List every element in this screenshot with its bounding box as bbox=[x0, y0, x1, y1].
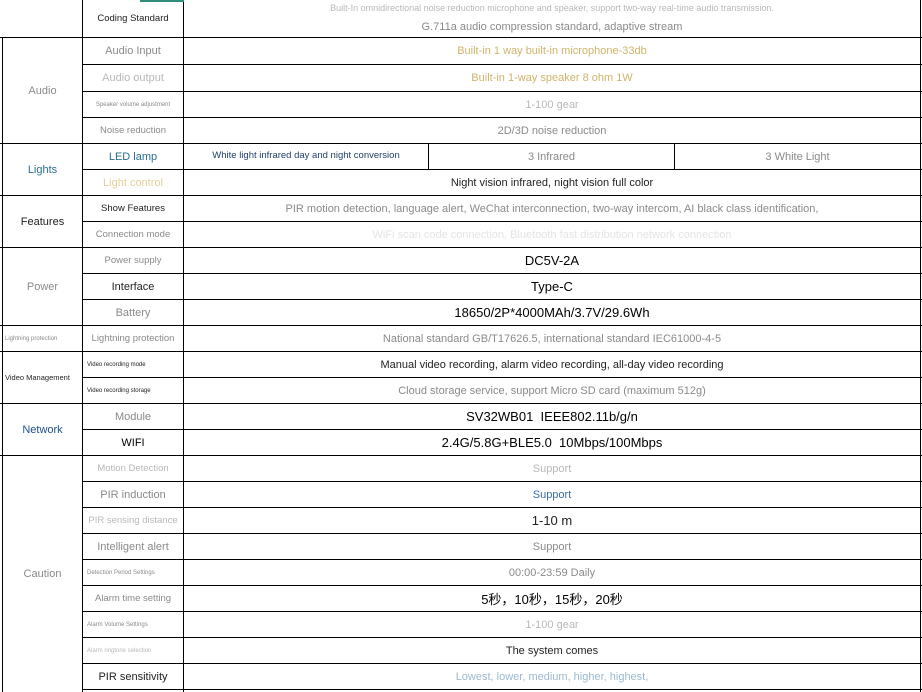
pir-sensitivity-value: Lowest, lower, medium, higher, highest, bbox=[455, 670, 649, 683]
row-label-led-lamp: LED lamp bbox=[108, 150, 158, 163]
group-caution: Caution bbox=[23, 568, 62, 580]
row-label-alarm-time: Alarm time setting bbox=[94, 593, 172, 604]
pir-distance-value: 1-10 m bbox=[531, 513, 573, 528]
interface-value: Type-C bbox=[531, 279, 573, 294]
detection-period-value: 00:00-23:59 Daily bbox=[508, 566, 596, 579]
row-label-module: Module bbox=[114, 410, 152, 423]
row-label-video-storage: Video recording storage bbox=[87, 387, 151, 394]
row-label-video-mode: Video recording mode bbox=[87, 361, 146, 368]
group-network: Network bbox=[22, 423, 63, 436]
row-label-motion-detection: Motion Detection bbox=[97, 463, 169, 474]
row-label-wifi: WIFI bbox=[121, 436, 145, 449]
row-label-speaker-volume: Speaker volume adjustment bbox=[95, 101, 171, 108]
alarm-time-value: 5秒，10秒，15秒，20秒 bbox=[481, 592, 623, 607]
led-lamp-white: 3 White Light bbox=[765, 150, 830, 163]
row-label-interface: Interface bbox=[111, 280, 155, 293]
intelligent-alert-value: Support bbox=[532, 540, 572, 553]
alarm-ringtone-value: The system comes bbox=[505, 644, 599, 657]
motion-detection-value: Support bbox=[532, 462, 572, 475]
light-control-value: Night vision infrared, night vision full… bbox=[450, 176, 654, 189]
row-label-alarm-volume: Alarm Volume Settings bbox=[87, 621, 148, 628]
row-label-alarm-ringtone: Alarm ringtone selection bbox=[87, 647, 152, 654]
audio-input-value: Built-in 1 way built-in microphone-33db bbox=[457, 45, 647, 57]
noise-reduction-value: 2D/3D noise reduction bbox=[497, 124, 607, 137]
module-value: SV32WB01 IEEE802.11b/g/n bbox=[466, 409, 638, 424]
connection-mode-value: WiFi scan code connection, Bluetooth fas… bbox=[372, 228, 732, 241]
group-video: Video Management bbox=[5, 373, 70, 382]
row-label-lightning: Lightning protection bbox=[91, 333, 175, 344]
row-label-audio-output: Audio output bbox=[102, 72, 164, 84]
show-features-value: PIR motion detection, language alert, We… bbox=[285, 202, 819, 215]
power-supply-value: DC5V-2A bbox=[524, 253, 580, 268]
group-lights: Lights bbox=[27, 163, 58, 176]
row-label-coding: Coding Standard bbox=[97, 12, 169, 24]
speaker-volume-value: 1-100 gear bbox=[525, 98, 579, 111]
row-label-intelligent-alert: Intelligent alert bbox=[97, 540, 169, 553]
row-label-detection-period: Detection Period Settings bbox=[87, 569, 155, 576]
alarm-volume-value: 1-100 gear bbox=[525, 618, 579, 631]
video-storage-value: Cloud storage service, support Micro SD … bbox=[398, 384, 706, 397]
led-lamp-mode: White light infrared day and night conve… bbox=[212, 149, 400, 161]
group-features: Features bbox=[20, 215, 65, 228]
pir-induction-value: Support bbox=[532, 488, 572, 501]
video-mode-value: Manual video recording, alarm video reco… bbox=[380, 358, 724, 371]
led-lamp-infrared: 3 Infrared bbox=[527, 150, 576, 163]
audio-output-value: Built-in 1-way speaker 8 ohm 1W bbox=[471, 72, 633, 84]
group-power: Power bbox=[26, 280, 59, 293]
coding-value-1: Built-In omnidirectional noise reduction… bbox=[330, 3, 774, 13]
row-label-pir-sensitivity: PIR sensitivity bbox=[98, 670, 168, 683]
battery-value: 18650/2P*4000MAh/3.7V/29.6Wh bbox=[454, 305, 650, 320]
row-label-noise-reduction: Noise reduction bbox=[99, 125, 166, 136]
row-label-battery: Battery bbox=[115, 306, 151, 319]
lightning-value: National standard GB/T17626.5, internati… bbox=[382, 332, 722, 345]
group-audio: Audio bbox=[28, 84, 57, 97]
coding-value-2: G.711a audio compression standard, adapt… bbox=[421, 21, 683, 33]
wifi-value: 2.4G/5.8G+BLE5.0 10Mbps/100Mbps bbox=[441, 435, 663, 450]
row-label-power-supply: Power supply bbox=[104, 255, 162, 266]
row-label-connection-mode: Connection mode bbox=[95, 229, 171, 240]
group-lightning: Lightning protection bbox=[5, 335, 58, 342]
row-label-pir-induction: PIR induction bbox=[100, 488, 166, 501]
row-label-audio-input: Audio Input bbox=[105, 45, 161, 57]
row-label-light-control: Light control bbox=[103, 176, 163, 189]
row-label-pir-distance: PIR sensing distance bbox=[88, 515, 178, 526]
row-label-show-features: Show Features bbox=[101, 203, 165, 214]
